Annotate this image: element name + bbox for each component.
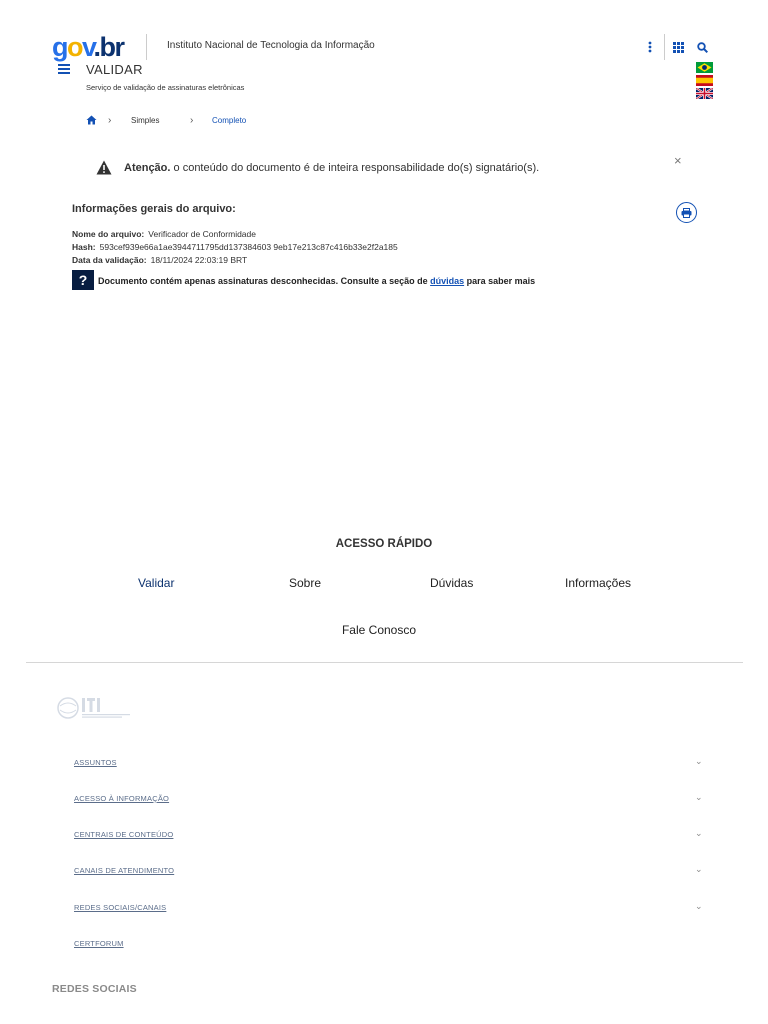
duvidas-link[interactable]: dúvidas <box>430 276 464 286</box>
notice-text-end: para saber mais <box>464 276 536 286</box>
footer-assuntos[interactable]: ASSUNTOS <box>74 758 117 767</box>
breadcrumb: › Simples › Completo <box>86 115 386 129</box>
site-subtitle: Serviço de validação de assinaturas elet… <box>86 83 245 92</box>
social-networks-title: REDES SOCIAIS <box>52 983 137 995</box>
iti-logo-icon <box>56 696 132 720</box>
flag-uk-icon[interactable] <box>695 86 714 100</box>
printer-icon <box>681 207 692 218</box>
footer-canais-atendimento[interactable]: CANAIS DE ATENDIMENTO <box>74 866 174 875</box>
chevron-right-icon: › <box>108 115 112 126</box>
logo-o: o <box>67 32 84 62</box>
govbr-logo[interactable]: gov.br <box>52 32 126 62</box>
search-icon[interactable] <box>694 39 710 55</box>
alert-message: Atenção. o conteúdo do documento é de in… <box>124 162 539 174</box>
quick-link-informacoes[interactable]: Informações <box>565 576 631 590</box>
file-name-value: Verificador de Conformidade <box>148 229 256 239</box>
header-divider <box>664 34 665 60</box>
file-info-title: Informações gerais do arquivo: <box>72 203 236 215</box>
quick-link-sobre[interactable]: Sobre <box>289 576 321 590</box>
chevron-right-icon: › <box>190 115 194 126</box>
file-name-row: Nome do arquivo: Verificador de Conformid… <box>72 229 256 239</box>
footer-divider <box>26 662 743 663</box>
close-icon[interactable]: × <box>674 153 682 168</box>
quick-link-fale-conosco[interactable]: Fale Conosco <box>0 623 758 637</box>
institution-name: Instituto Nacional de Tecnologia da Info… <box>167 40 375 51</box>
warning-triangle-icon <box>96 160 112 176</box>
home-icon[interactable] <box>86 115 98 127</box>
validation-date-row: Data da validação: 18/11/2024 22:03:19 BR… <box>72 255 247 265</box>
unknown-signatures-notice: Documento contém apenas assinaturas desc… <box>98 276 535 286</box>
logo-br: br <box>99 32 126 62</box>
hamburger-menu-icon[interactable] <box>58 64 70 76</box>
footer-certforum[interactable]: CERTFORUM <box>74 939 124 948</box>
logo-g: g <box>52 32 69 62</box>
header: gov.br Instituto Nacional de Tecnologia … <box>0 0 768 110</box>
question-icon: ? <box>72 270 94 290</box>
flag-brazil-icon[interactable] <box>696 60 713 73</box>
chevron-down-icon[interactable]: ⌄ <box>695 828 703 839</box>
chevron-down-icon[interactable]: ⌄ <box>695 864 703 875</box>
chevron-down-icon[interactable]: ⌄ <box>695 756 703 767</box>
hash-row: Hash: 593cef939e66a1ae3944711795dd1373846… <box>72 242 398 252</box>
hash-label: Hash: <box>72 242 96 252</box>
quick-link-duvidas[interactable]: Dúvidas <box>430 576 473 590</box>
breadcrumb-simples[interactable]: Simples <box>131 116 159 125</box>
chevron-down-icon[interactable]: ⌄ <box>695 792 703 803</box>
alert-strong: Atenção. <box>124 162 171 174</box>
logo-divider <box>146 34 147 60</box>
footer-acesso-informacao[interactable]: ACESSO À INFORMAÇÃO <box>74 794 169 803</box>
footer-centrais-conteudo[interactable]: CENTRAIS DE CONTEÚDO <box>74 830 173 839</box>
chevron-down-icon[interactable]: ⌄ <box>695 901 703 912</box>
warning-alert: Atenção. o conteúdo do documento é de in… <box>96 160 696 180</box>
quick-access-title: ACESSO RÁPIDO <box>335 538 433 550</box>
flag-spain-icon[interactable] <box>696 73 713 86</box>
footer-redes-sociais-canais[interactable]: REDES SOCIAIS/CANAIS <box>74 903 166 912</box>
validation-date-value: 18/11/2024 22:03:19 BRT <box>150 255 248 265</box>
hash-value: 593cef939e66a1ae3944711795dd137384603 9e… <box>99 242 398 252</box>
logo-v: v <box>82 32 95 62</box>
more-vertical-icon[interactable] <box>642 39 658 55</box>
print-button[interactable] <box>676 202 697 223</box>
file-name-label: Nome do arquivo: <box>72 229 145 239</box>
quick-link-validar[interactable]: Validar <box>138 576 174 590</box>
site-title: VALIDAR <box>86 62 143 77</box>
notice-text: Documento contém apenas assinaturas desc… <box>98 276 431 286</box>
validation-date-label: Data da validação: <box>72 255 147 265</box>
breadcrumb-completo[interactable]: Completo <box>212 116 246 125</box>
alert-text: o conteúdo do documento é de inteira res… <box>170 162 540 174</box>
apps-grid-icon[interactable] <box>670 39 686 55</box>
